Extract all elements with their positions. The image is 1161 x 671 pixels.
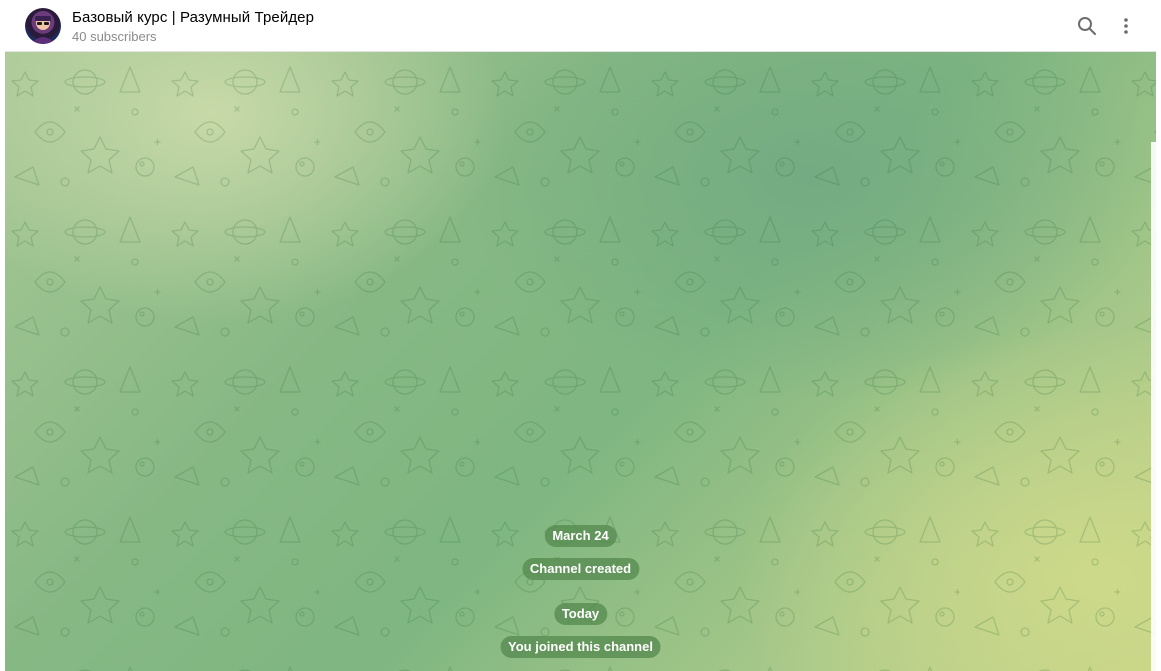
chat-background: March 24 Channel created Today You joine…	[5, 52, 1156, 671]
search-icon[interactable]	[1075, 14, 1099, 38]
chat-header[interactable]: Базовый курс | Разумный Трейдер 40 subsc…	[5, 0, 1156, 52]
date-separator: March 24	[544, 525, 617, 547]
more-vertical-icon[interactable]	[1114, 14, 1138, 38]
date-separator: Today	[553, 603, 608, 625]
channel-avatar[interactable]	[25, 8, 61, 44]
service-message-channel-created: Channel created	[521, 558, 640, 580]
window-right-edge	[1156, 0, 1161, 671]
service-message-joined: You joined this channel	[500, 636, 661, 658]
scrollbar[interactable]	[1151, 142, 1156, 671]
channel-title[interactable]: Базовый курс | Разумный Трейдер	[72, 9, 314, 26]
subscriber-count: 40 subscribers	[72, 29, 157, 44]
